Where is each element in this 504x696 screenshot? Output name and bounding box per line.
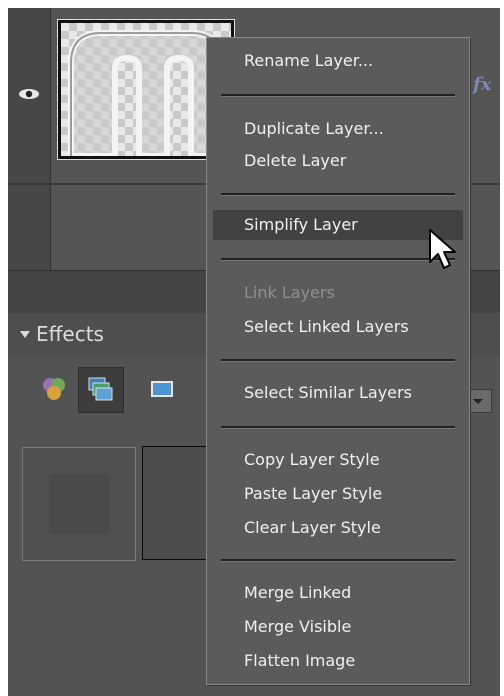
layer-context-menu: Rename Layer... Duplicate Layer... Delet… xyxy=(206,37,470,685)
menu-separator xyxy=(221,258,455,261)
menu-item-merge-linked[interactable]: Merge Linked xyxy=(213,578,463,608)
menu-item-merge-visible[interactable]: Merge Visible xyxy=(213,612,463,642)
menu-item-clear-layer-style[interactable]: Clear Layer Style xyxy=(213,513,463,543)
mouse-cursor-icon xyxy=(429,229,456,269)
menu-item-rename-layer[interactable]: Rename Layer... xyxy=(213,46,463,76)
collapse-triangle-icon[interactable] xyxy=(20,331,30,338)
effect-thumbnail[interactable] xyxy=(22,447,136,561)
menu-item-link-layers: Link Layers xyxy=(244,283,335,302)
effects-title: Effects xyxy=(36,322,104,346)
menu-item-delete-layer[interactable]: Delete Layer xyxy=(213,146,463,176)
visibility-column[interactable] xyxy=(8,185,51,270)
visibility-column xyxy=(8,8,51,183)
menu-item-copy-layer-style[interactable]: Copy Layer Style xyxy=(213,445,463,475)
layer-style-badge: fx xyxy=(473,74,492,95)
menu-item-paste-layer-style[interactable]: Paste Layer Style xyxy=(213,479,463,509)
menu-separator xyxy=(221,359,455,362)
menu-item-select-linked-layers[interactable]: Select Linked Layers xyxy=(213,312,463,342)
menu-item-flatten-image[interactable]: Flatten Image xyxy=(213,646,463,676)
menu-item-duplicate-layer[interactable]: Duplicate Layer... xyxy=(213,114,463,144)
app-frame: fx Effects Rename Layer... Duplicate Lay… xyxy=(0,0,504,696)
menu-separator xyxy=(221,426,455,429)
effect-thumbnail-swatch xyxy=(49,474,109,534)
menu-separator xyxy=(221,193,455,196)
eye-icon[interactable] xyxy=(18,88,40,100)
menu-separator xyxy=(221,559,455,562)
layer-styles-icon[interactable] xyxy=(40,375,68,403)
photo-effects-icon[interactable] xyxy=(148,375,176,403)
menu-separator xyxy=(221,94,455,97)
filters-icon[interactable] xyxy=(86,375,114,403)
menu-item-select-similar-layers[interactable]: Select Similar Layers xyxy=(213,378,463,408)
